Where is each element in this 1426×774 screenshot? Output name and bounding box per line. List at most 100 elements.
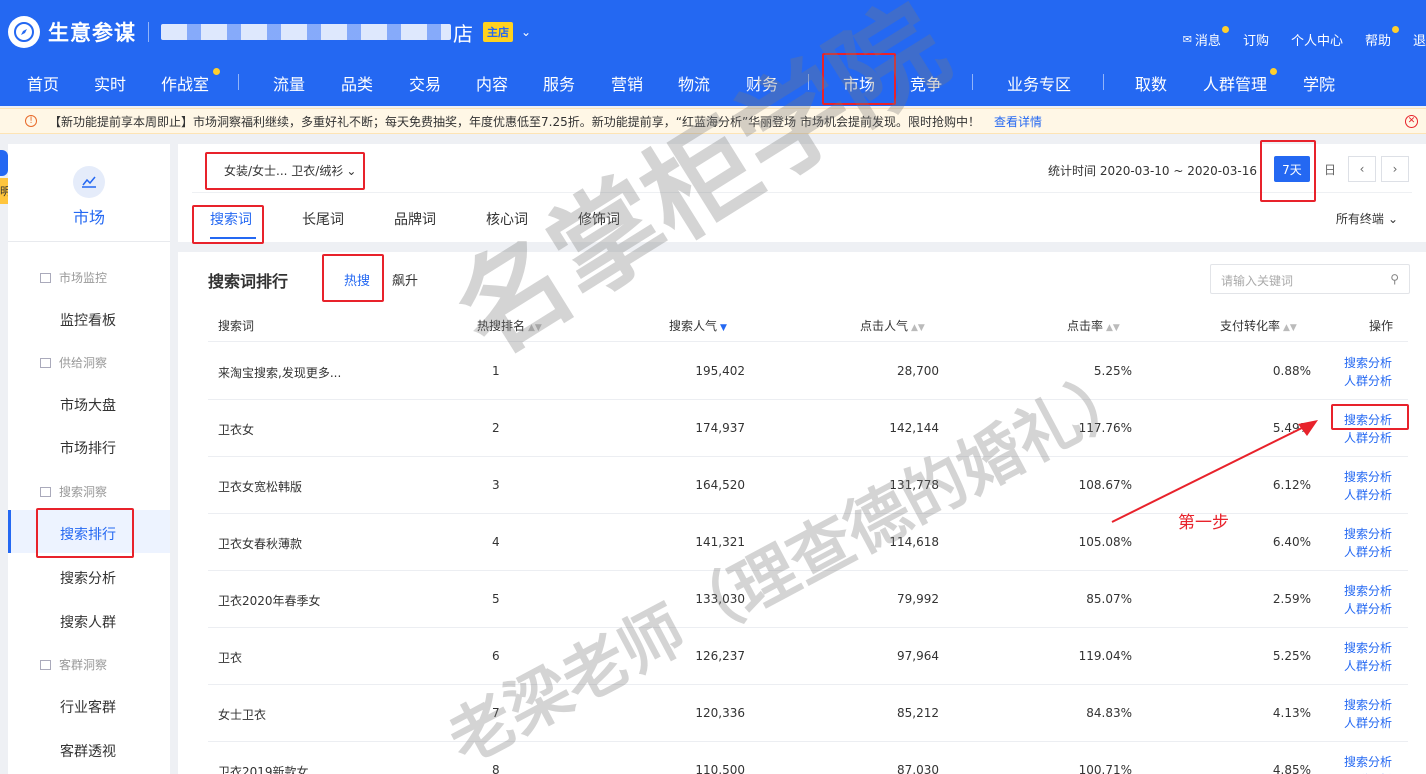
nav-war-room[interactable]: 作战室: [161, 71, 209, 95]
chevron-down-icon: ⌄: [1387, 212, 1398, 226]
compass-icon: [8, 16, 40, 48]
cell-term: 卫衣2020年春季女: [218, 594, 321, 608]
search-analysis-link[interactable]: 搜索分析: [1344, 582, 1392, 600]
search-analysis-link[interactable]: 搜索分析: [1344, 525, 1392, 543]
shop-badge: 主店: [483, 22, 513, 42]
sidebar-item-customer-insight[interactable]: 客群透视: [60, 741, 116, 761]
next-period-button[interactable]: ›: [1381, 156, 1409, 182]
cell-click-pop: 79,992: [897, 592, 939, 606]
crowd-analysis-link[interactable]: 人群分析: [1344, 543, 1392, 561]
sidebar-item-market-overview[interactable]: 市场大盘: [60, 395, 116, 415]
nav-content[interactable]: 内容: [476, 71, 508, 95]
period-7day-button[interactable]: 7天: [1274, 156, 1310, 182]
sidebar-item-industry-customers[interactable]: 行业客群: [60, 697, 116, 717]
period-day-button[interactable]: 日: [1316, 156, 1344, 182]
crowd-analysis-link[interactable]: 人群分析: [1344, 657, 1392, 675]
nav-data[interactable]: 取数: [1135, 71, 1167, 95]
crowd-analysis-link[interactable]: 人群分析: [1344, 714, 1392, 732]
keyword-search-input[interactable]: 请输入关键词 ⚲: [1210, 264, 1410, 294]
tab-brand-terms[interactable]: 品牌词: [394, 209, 436, 229]
nav-trade[interactable]: 交易: [409, 71, 441, 95]
sidebar-item-monitor-board[interactable]: 监控看板: [60, 310, 116, 330]
row-actions: 搜索分析人群分析: [1344, 582, 1392, 618]
cell-cvr: 0.88%: [1272, 364, 1311, 378]
sidebar-item-market-ranking[interactable]: 市场排行: [60, 438, 116, 458]
nav-category[interactable]: 品类: [341, 71, 373, 95]
chevron-right-icon: ›: [1392, 162, 1398, 176]
tab-longtail-terms[interactable]: 长尾词: [302, 209, 344, 229]
top-link-messages[interactable]: ✉ 消息: [1183, 26, 1229, 49]
crowd-analysis-link[interactable]: 人群分析: [1344, 429, 1392, 447]
top-link-help[interactable]: 帮助: [1365, 26, 1399, 49]
nav-traffic[interactable]: 流量: [273, 71, 305, 95]
subtab-rising[interactable]: 飙升: [392, 270, 418, 289]
top-link-logout[interactable]: 退: [1413, 30, 1426, 49]
crowd-analysis-link[interactable]: 人群分析: [1344, 372, 1392, 390]
cell-cvr: 4.13%: [1272, 706, 1311, 720]
group-icon: [40, 659, 51, 670]
nav-logistics[interactable]: 物流: [678, 71, 710, 95]
cell-term: 女士卫衣: [218, 708, 267, 722]
app-logo[interactable]: 生意参谋 店 主店 ⌄: [8, 16, 531, 48]
sort-icon: ▲▼: [528, 323, 542, 333]
nav-service[interactable]: 服务: [543, 71, 575, 95]
col-search-pop[interactable]: 搜索人气 ▼: [669, 317, 727, 334]
group-icon: [40, 357, 51, 368]
search-analysis-link[interactable]: 搜索分析: [1344, 468, 1392, 486]
chevron-down-icon[interactable]: ⌄: [521, 25, 531, 39]
search-analysis-link[interactable]: 搜索分析: [1344, 639, 1392, 657]
cell-ctr: 100.71%: [1078, 763, 1132, 774]
search-analysis-link[interactable]: 搜索分析: [1344, 354, 1392, 372]
cell-rank: 4: [492, 535, 500, 549]
top-link-order[interactable]: 订购: [1243, 30, 1269, 49]
annotation-arrow: [1111, 420, 1318, 523]
cell-click-pop: 28,700: [897, 364, 939, 378]
search-analysis-link[interactable]: 搜索分析: [1344, 411, 1392, 429]
cell-term: 卫衣: [218, 651, 243, 665]
tab-search-terms[interactable]: 搜索词: [210, 209, 252, 229]
sort-icon: ▲▼: [911, 323, 925, 333]
crowd-analysis-link[interactable]: 人群分析: [1344, 600, 1392, 618]
nav-finance[interactable]: 财务: [746, 71, 778, 95]
col-rank[interactable]: 热搜排名 ▲▼: [477, 317, 542, 334]
tab-core-terms[interactable]: 核心词: [486, 209, 528, 229]
category-select[interactable]: 女装/女士... 卫衣/绒衫 ⌄: [224, 162, 356, 179]
cell-rank: 2: [492, 421, 500, 435]
col-click-pop[interactable]: 点击人气 ▲▼: [860, 317, 925, 334]
nav-academy[interactable]: 学院: [1303, 71, 1335, 95]
nav-business[interactable]: 业务专区: [1007, 71, 1071, 95]
row-actions: 搜索分析人群分析: [1344, 354, 1392, 390]
col-cvr[interactable]: 支付转化率 ▲▼: [1220, 317, 1297, 334]
top-link-profile[interactable]: 个人中心: [1291, 30, 1343, 49]
nav-competition[interactable]: 竞争: [910, 71, 942, 95]
nav-realtime[interactable]: 实时: [94, 71, 126, 95]
search-icon[interactable]: ⚲: [1390, 272, 1399, 286]
crowd-analysis-link[interactable]: 人群分析: [1344, 486, 1392, 504]
shop-name-redacted: [161, 24, 451, 40]
cell-cvr: 6.40%: [1272, 535, 1311, 549]
sidebar-item-search-ranking[interactable]: 搜索排行: [60, 524, 116, 544]
col-ctr[interactable]: 点击率 ▲▼: [1067, 317, 1120, 334]
tab-modifier-terms[interactable]: 修饰词: [578, 209, 620, 229]
nav-marketing[interactable]: 营销: [611, 71, 643, 95]
cell-search-pop: 133,030: [695, 592, 745, 606]
nav-home[interactable]: 首页: [27, 71, 59, 95]
chevron-down-icon: ⌄: [346, 164, 357, 178]
nav-market[interactable]: 市场: [843, 71, 875, 95]
prev-period-button[interactable]: ‹: [1348, 156, 1376, 182]
col-term: 搜索词: [218, 319, 255, 333]
cell-click-pop: 97,964: [897, 649, 939, 663]
close-icon[interactable]: ✕: [1405, 114, 1418, 128]
cell-rank: 5: [492, 592, 500, 606]
search-analysis-link[interactable]: 搜索分析: [1344, 696, 1392, 714]
notice-detail-link[interactable]: 查看详情: [994, 113, 1042, 130]
search-analysis-link[interactable]: 搜索分析: [1344, 753, 1392, 771]
sort-desc-icon: ▼: [720, 323, 727, 333]
notice-bar: ! 【新功能提前享本周即止】市场洞察福利继续，多重好礼不断；每天免费抽奖，年度优…: [0, 108, 1426, 134]
group-icon: [40, 272, 51, 283]
sidebar-item-search-analysis[interactable]: 搜索分析: [60, 568, 116, 588]
nav-crowd[interactable]: 人群管理: [1203, 71, 1267, 95]
subtab-hot[interactable]: 热搜: [344, 270, 370, 289]
sidebar-item-search-crowd[interactable]: 搜索人群: [60, 612, 116, 632]
device-select[interactable]: 所有终端 ⌄: [1336, 210, 1398, 227]
